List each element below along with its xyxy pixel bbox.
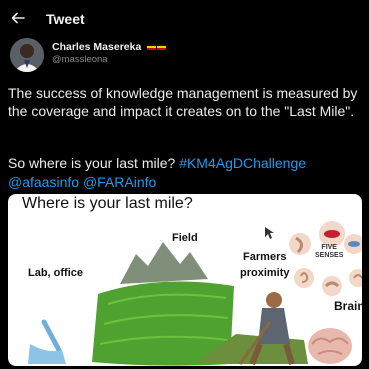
label-lab-office: Lab, office [28, 267, 84, 279]
question-text: So where is your last mile? [8, 155, 176, 171]
page-title: Tweet [46, 11, 85, 27]
label-farmers-proximity: Farmers proximity [240, 251, 290, 279]
five-senses-label: FIVE SENSES [315, 244, 344, 259]
author-name[interactable]: Charles Masereka [52, 41, 167, 53]
flag-icons [146, 41, 167, 53]
author-name-text: Charles Masereka [52, 41, 142, 53]
label-brain: Brain [334, 299, 362, 313]
tweet-question-line: So where is your last mile? #KM4AgDChall… [8, 154, 363, 192]
flag-icon [157, 44, 167, 51]
mention-link[interactable]: @afaasinfo [8, 174, 79, 190]
tweet-media-image[interactable]: Where is your last mile? Field Lab, offi… [8, 194, 362, 366]
tweet-text: The success of knowledge management is m… [8, 85, 358, 119]
arrow-left-icon[interactable] [10, 10, 26, 26]
illustration [28, 221, 362, 366]
mention-link[interactable]: @FARAinfo [83, 174, 156, 190]
author-handle[interactable]: @massleona [52, 54, 108, 65]
top-bar: Tweet [0, 0, 369, 36]
avatar[interactable] [10, 38, 44, 72]
label-field: Field [172, 232, 198, 244]
hashtag-link[interactable]: #KM4AgDChallenge [179, 155, 306, 171]
flag-icon [147, 44, 157, 51]
media-title: Where is your last mile? [22, 195, 193, 212]
